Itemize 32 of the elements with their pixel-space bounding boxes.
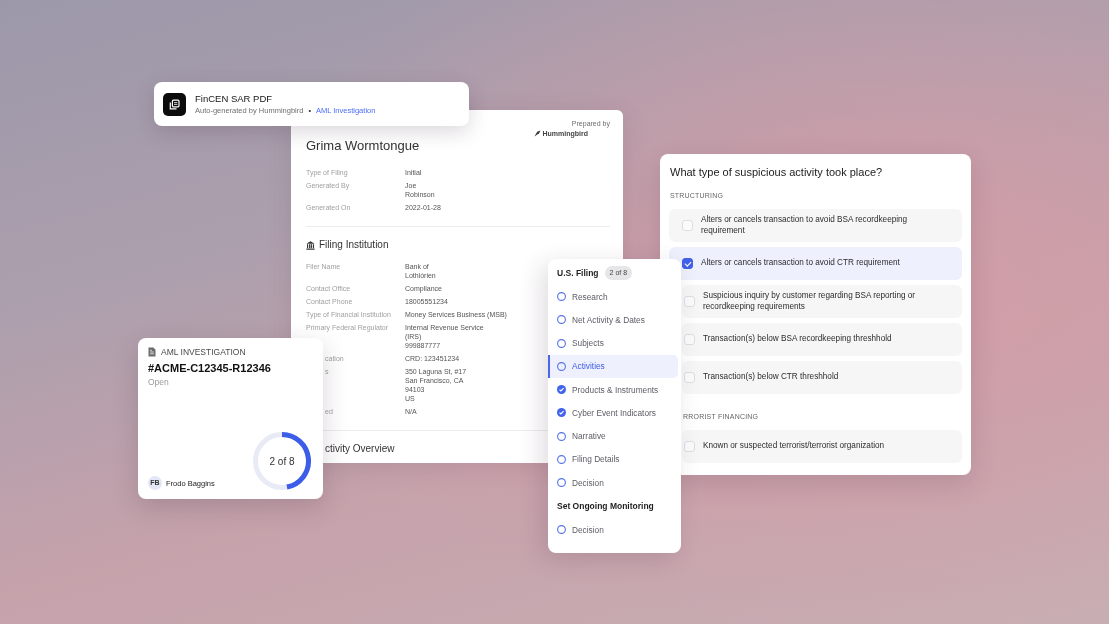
case-type-label: AML INVESTIGATION [161,346,246,358]
steps-section-title: U.S. Filing [557,268,599,278]
question-title: What type of suspicious activity took place? [670,165,883,180]
step-item[interactable]: Decision [548,518,678,542]
answer-option[interactable]: Known or suspected terrorist/terrorist organization [682,430,962,463]
subject-name: Grima Wormtongue [306,138,420,154]
step-item[interactable]: Subjects [548,331,678,355]
answer-option[interactable]: Transaction(s) below CTR threshhold [682,361,962,394]
step-item[interactable]: Activities [548,354,678,378]
answer-option[interactable]: Alters or cancels transaction to avoid BSA recordkeeping requirement [669,209,962,242]
step-item[interactable]: Cyber Event Indicators [548,401,678,425]
bank-icon [306,240,315,250]
step-item[interactable]: Decision [548,471,678,495]
section-heading: Filing Institution [319,238,389,252]
step-item[interactable]: Products & Instruments [548,378,678,402]
section-heading: ctivity Overview [325,442,395,456]
answer-option[interactable]: Alters or cancels transaction to avoid CTR requirement [669,247,962,280]
steps-section-title: Set Ongoing Monitoring [557,501,654,512]
export-title: FinCEN SAR PDF [195,92,273,105]
answer-option[interactable]: Suspicious inquiry by customer regarding BSA reporting or recordkeeping requirements [682,285,962,318]
case-status: Open [148,376,169,388]
step-item[interactable]: Research [548,285,678,309]
progress-label: 2 of 8 [269,455,295,467]
step-item[interactable]: Narrative [548,424,678,448]
checkbox[interactable] [682,258,693,269]
document-stack-icon [163,92,186,116]
step-item[interactable]: Filing Details [548,447,678,471]
logo-icon [533,130,541,137]
document-icon [148,347,156,357]
step-item[interactable]: Net Activity & Dates [548,308,678,332]
case-id: #ACME-C12345-R12346 [148,361,271,375]
answer-option[interactable]: Transaction(s) below BSA recordkeeping threshhold [682,323,962,356]
